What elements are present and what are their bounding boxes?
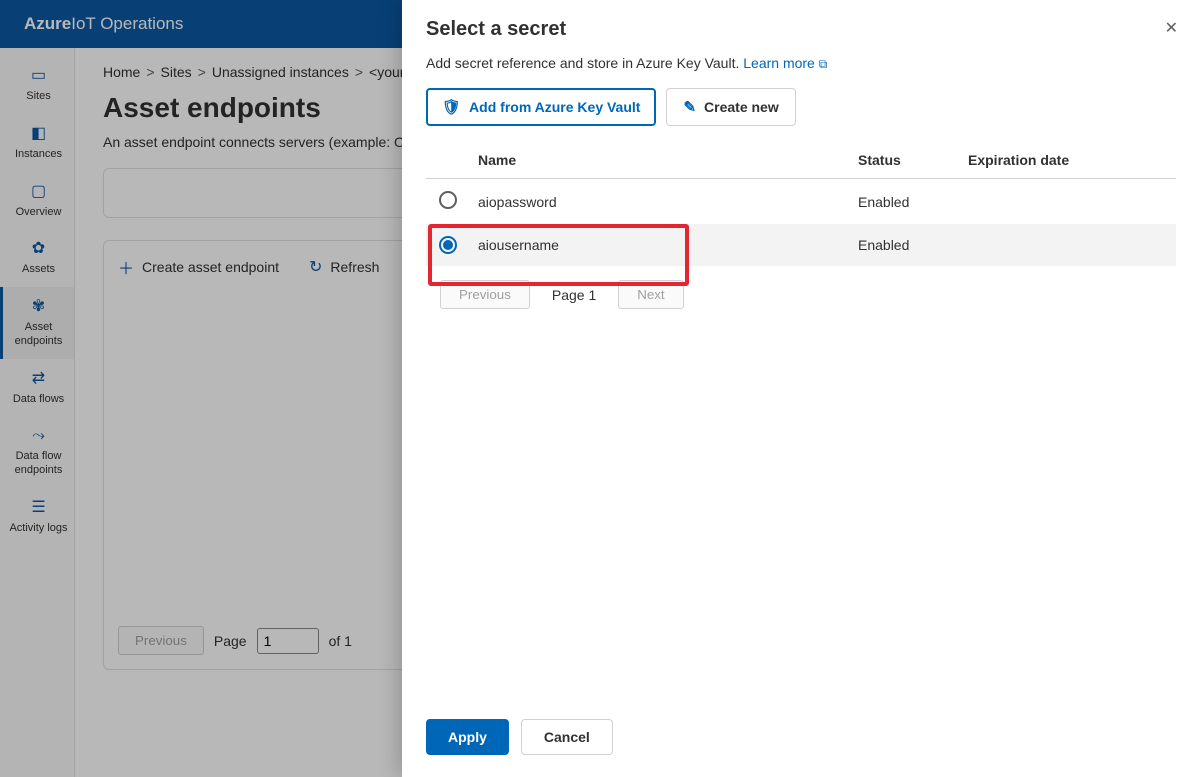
table-row[interactable]: aiousername Enabled xyxy=(426,224,1176,266)
create-icon: ✎ xyxy=(683,98,696,116)
secrets-table: Name Status Expiration date aiopassword … xyxy=(426,142,1176,266)
close-icon: ✕ xyxy=(1165,20,1178,37)
external-link-icon: ⧉ xyxy=(819,57,828,71)
learn-more-text: Learn more xyxy=(743,55,815,71)
secret-name: aiousername xyxy=(470,224,850,266)
radio-button[interactable] xyxy=(439,236,457,254)
create-new-label: Create new xyxy=(704,99,779,115)
radio-button[interactable] xyxy=(439,191,457,209)
panel-next-button[interactable]: Next xyxy=(618,280,683,309)
panel-subtitle-text: Add secret reference and store in Azure … xyxy=(426,55,743,71)
panel-subtitle: Add secret reference and store in Azure … xyxy=(426,55,1176,72)
cancel-button[interactable]: Cancel xyxy=(521,719,613,755)
secret-status: Enabled xyxy=(850,179,960,225)
learn-more-link[interactable]: Learn more ⧉ xyxy=(743,55,827,71)
add-label: Add from Azure Key Vault xyxy=(469,99,640,115)
panel-title: Select a secret xyxy=(426,18,1176,41)
apply-button[interactable]: Apply xyxy=(426,719,509,755)
panel-footer: Apply Cancel xyxy=(402,705,1200,777)
close-button[interactable]: ✕ xyxy=(1165,18,1178,38)
table-row[interactable]: aiopassword Enabled xyxy=(426,179,1176,225)
panel-pager: Previous Page 1 Next xyxy=(440,280,1176,309)
secret-name: aiopassword xyxy=(470,179,850,225)
panel-previous-button[interactable]: Previous xyxy=(440,280,530,309)
panel-page-indicator: Page 1 xyxy=(538,281,610,309)
col-expiration: Expiration date xyxy=(960,142,1176,179)
secret-status: Enabled xyxy=(850,224,960,266)
key-vault-icon: 🛡 xyxy=(442,98,461,116)
col-name: Name xyxy=(470,142,850,179)
select-secret-panel: ✕ Select a secret Add secret reference a… xyxy=(402,0,1200,777)
add-from-key-vault-button[interactable]: 🛡 Add from Azure Key Vault xyxy=(426,88,656,126)
col-status: Status xyxy=(850,142,960,179)
create-new-button[interactable]: ✎ Create new xyxy=(666,88,795,126)
